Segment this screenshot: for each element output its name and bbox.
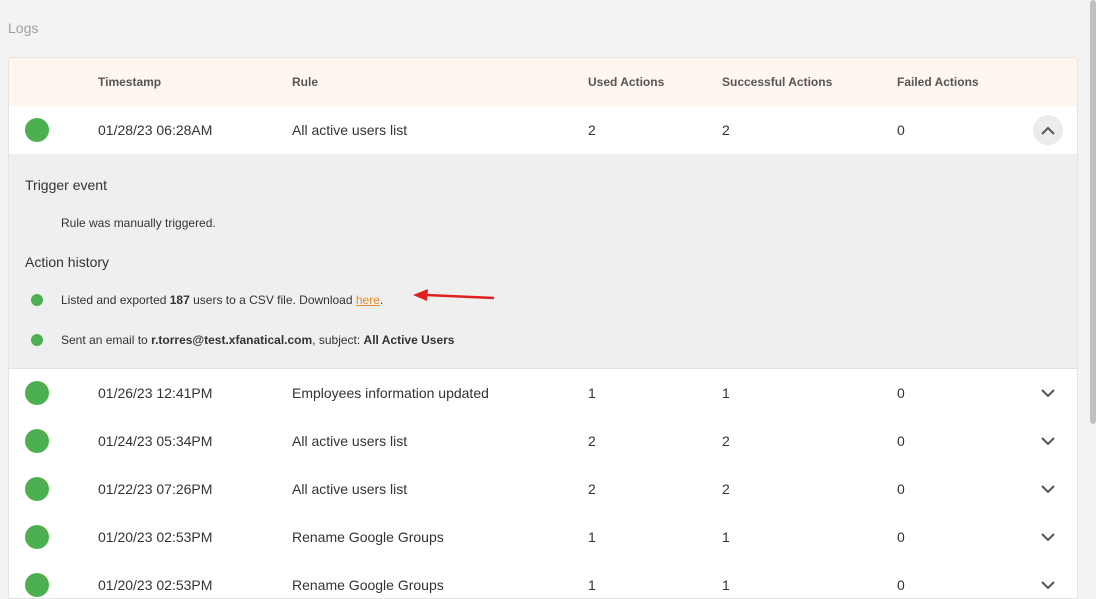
chevron-down-icon <box>1041 484 1055 493</box>
scrollbar-thumb[interactable] <box>1090 0 1096 424</box>
chevron-down-icon <box>1041 388 1055 397</box>
row-successful-actions: 1 <box>722 529 730 545</box>
action-history-item: Listed and exported 187 users to a CSV f… <box>61 293 384 307</box>
status-success-icon <box>25 381 49 405</box>
row-used-actions: 1 <box>588 529 596 545</box>
expand-row-button[interactable] <box>1033 522 1063 552</box>
chevron-down-icon <box>1041 580 1055 589</box>
page-title: Logs <box>8 20 39 36</box>
header-used-actions: Used Actions <box>588 75 665 89</box>
annotation-arrow-icon <box>413 289 495 301</box>
expand-row-button[interactable] <box>1033 570 1063 598</box>
row-successful-actions: 1 <box>722 577 730 593</box>
row-failed-actions: 0 <box>897 433 905 449</box>
row-failed-actions: 0 <box>897 577 905 593</box>
header-rule: Rule <box>292 75 319 89</box>
row-used-actions: 1 <box>588 385 596 401</box>
row-used-actions: 1 <box>588 577 596 593</box>
row-successful-actions: 2 <box>722 433 730 449</box>
expand-row-button[interactable] <box>1033 474 1063 504</box>
table-row[interactable]: 01/26/23 12:41PM Employees information u… <box>9 369 1077 418</box>
trigger-event-title: Trigger event <box>25 177 107 193</box>
row-timestamp: 01/20/23 02:53PM <box>98 577 213 593</box>
row-rule: Rename Google Groups <box>292 577 444 593</box>
table-row[interactable]: 01/24/23 05:34PM All active users list 2… <box>9 417 1077 466</box>
row-details-panel: Trigger event Rule was manually triggere… <box>9 154 1077 369</box>
row-timestamp: 01/28/23 06:28AM <box>98 122 213 138</box>
status-success-icon <box>25 118 49 142</box>
row-used-actions: 2 <box>588 481 596 497</box>
row-failed-actions: 0 <box>897 122 905 138</box>
row-used-actions: 2 <box>588 433 596 449</box>
action-history-title: Action history <box>25 254 110 270</box>
chevron-down-icon <box>1041 532 1055 541</box>
row-rule: Employees information updated <box>292 385 489 401</box>
table-row[interactable]: 01/20/23 02:53PM Rename Google Groups 1 … <box>9 513 1077 562</box>
status-success-icon <box>25 477 49 501</box>
row-rule: All active users list <box>292 122 408 138</box>
expand-row-button[interactable] <box>1033 426 1063 456</box>
header-successful-actions: Successful Actions <box>722 75 833 89</box>
table-header: Timestamp Rule Used Actions Successful A… <box>9 58 1077 107</box>
expand-row-button[interactable] <box>1033 378 1063 408</box>
action-history-item: Sent an email to r.torres@test.xfanatica… <box>61 333 455 347</box>
logs-table: Timestamp Rule Used Actions Successful A… <box>8 57 1078 599</box>
collapse-row-button[interactable] <box>1033 115 1063 145</box>
row-rule: All active users list <box>292 433 408 449</box>
row-timestamp: 01/20/23 02:53PM <box>98 529 213 545</box>
row-timestamp: 01/24/23 05:34PM <box>98 433 213 449</box>
download-link[interactable]: here <box>356 293 380 307</box>
row-successful-actions: 2 <box>722 481 730 497</box>
row-successful-actions: 1 <box>722 385 730 401</box>
table-row[interactable]: 01/20/23 02:53PM Rename Google Groups 1 … <box>9 561 1077 598</box>
row-rule: Rename Google Groups <box>292 529 444 545</box>
chevron-up-icon <box>1041 126 1055 135</box>
action-success-icon <box>31 294 43 306</box>
row-failed-actions: 0 <box>897 529 905 545</box>
row-used-actions: 2 <box>588 122 596 138</box>
status-success-icon <box>25 573 49 597</box>
status-success-icon <box>25 429 49 453</box>
row-failed-actions: 0 <box>897 385 905 401</box>
row-timestamp: 01/22/23 07:26PM <box>98 481 213 497</box>
row-failed-actions: 0 <box>897 481 905 497</box>
table-row[interactable]: 01/28/23 06:28AM All active users list 2… <box>9 106 1077 155</box>
row-rule: All active users list <box>292 481 408 497</box>
row-timestamp: 01/26/23 12:41PM <box>98 385 213 401</box>
header-timestamp: Timestamp <box>98 75 162 89</box>
table-row[interactable]: 01/22/23 07:26PM All active users list 2… <box>9 465 1077 514</box>
header-failed-actions: Failed Actions <box>897 75 979 89</box>
trigger-event-text: Rule was manually triggered. <box>61 216 216 230</box>
chevron-down-icon <box>1041 436 1055 445</box>
row-successful-actions: 2 <box>722 122 730 138</box>
action-success-icon <box>31 334 43 346</box>
status-success-icon <box>25 525 49 549</box>
